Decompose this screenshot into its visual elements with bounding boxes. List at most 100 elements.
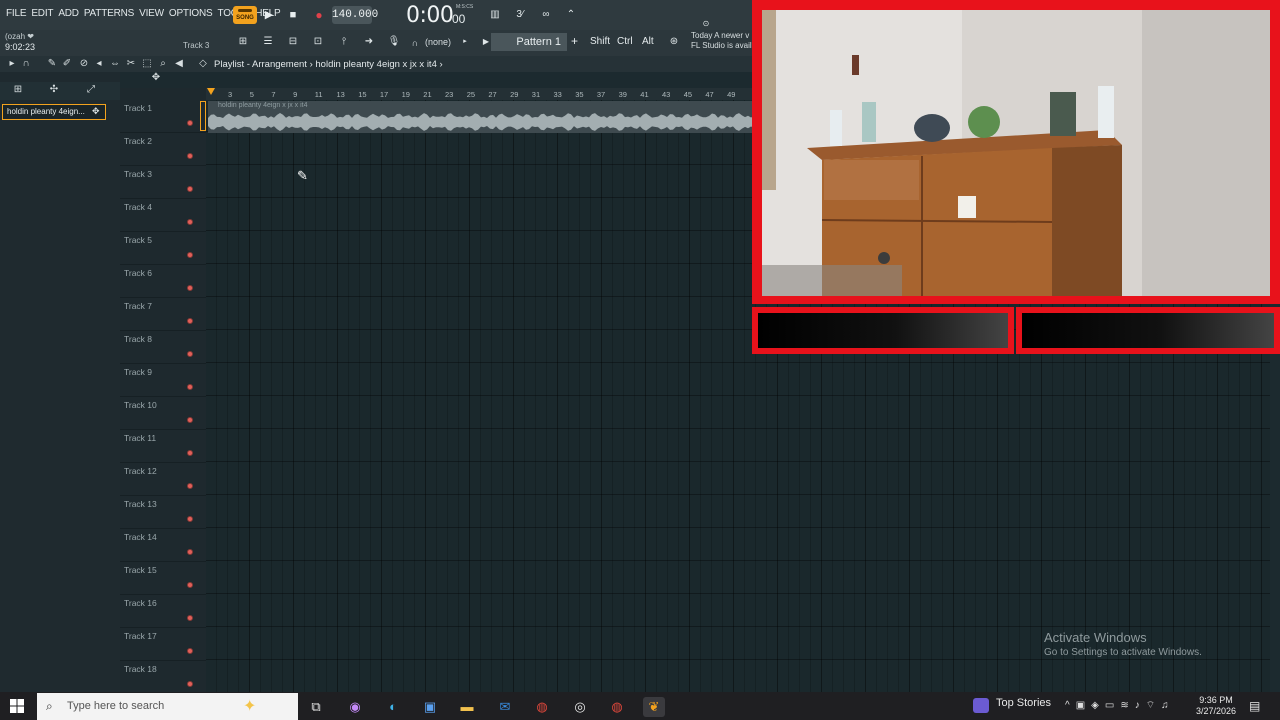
tray-display-icon[interactable]: ▭ — [1105, 700, 1120, 711]
track-header[interactable]: Track 8 — [120, 331, 206, 364]
menu-edit[interactable]: EDIT — [31, 8, 53, 19]
track-mute-dot-icon[interactable] — [187, 417, 193, 423]
copilot-icon[interactable]: ◉ — [344, 697, 366, 717]
browser-link-icon[interactable]: ⤢ — [85, 84, 97, 96]
mute-tool-icon[interactable]: ◂ — [93, 58, 105, 70]
system-tray[interactable]: ^▣◈▭≋♪⌔♫ — [1065, 699, 1175, 712]
plugin-picker-icon[interactable]: ⫯ — [334, 34, 354, 50]
playback-tool-icon[interactable]: ◀ — [173, 58, 185, 70]
tray-wifi-icon[interactable]: ⌔ — [1146, 700, 1161, 711]
zoom-tool-icon[interactable]: ⌕ — [157, 58, 169, 70]
track-header[interactable]: Track 7 — [120, 298, 206, 331]
track-mute-dot-icon[interactable] — [187, 219, 193, 225]
track-mute-dot-icon[interactable] — [187, 351, 193, 357]
move-arrows-icon[interactable]: ✥ — [150, 72, 162, 84]
menu-file[interactable]: FILE — [6, 8, 27, 19]
typing-keyboard-icon[interactable]: ▥ — [485, 7, 505, 23]
track-mute-dot-icon[interactable] — [187, 384, 193, 390]
mixer-icon[interactable]: ⊡ — [308, 34, 328, 50]
tempo-display[interactable]: 140.000 — [332, 6, 378, 24]
menu-view[interactable]: VIEW — [139, 8, 164, 19]
add-pattern-icon[interactable]: + — [571, 34, 578, 48]
track-header[interactable]: Track 15 — [120, 562, 206, 595]
draw-tool-icon[interactable]: ✎ — [46, 58, 58, 70]
track-header[interactable]: Track 9 — [120, 364, 206, 397]
slice-tool-icon[interactable]: ✂ — [125, 58, 137, 70]
edge-browser-icon[interactable]: ◐ — [382, 697, 404, 717]
track-header[interactable]: Track 5 — [120, 232, 206, 265]
track-header[interactable]: Track 6 — [120, 265, 206, 298]
track-mute-dot-icon[interactable] — [187, 153, 193, 159]
track-mute-dot-icon[interactable] — [187, 648, 193, 654]
playlist-options-arrow-icon[interactable]: ▸ — [6, 58, 18, 70]
track-mute-dot-icon[interactable] — [187, 582, 193, 588]
track-header[interactable]: Track 13 — [120, 496, 206, 529]
tray-overflow-icon[interactable]: ^ — [1065, 700, 1076, 711]
audio-clip[interactable]: holdin pleanty 4eign x jx x it4 — [208, 101, 758, 133]
windows-start-icon[interactable] — [10, 699, 24, 713]
track-mute-dot-icon[interactable] — [187, 549, 193, 555]
shift-key-button[interactable]: Shift — [590, 36, 610, 47]
tray-mic-icon[interactable]: ♪ — [1135, 700, 1146, 711]
step-edit-icon[interactable]: 3⁄ — [510, 7, 530, 23]
chevron-right-icon[interactable]: ▸ — [455, 34, 475, 50]
track-header[interactable]: Track 17 — [120, 628, 206, 661]
track-header[interactable]: Track 3 — [120, 166, 206, 199]
browser-grid-icon[interactable]: ⊞ — [12, 84, 24, 96]
track-mute-dot-icon[interactable] — [187, 186, 193, 192]
track-header[interactable]: Track 16 — [120, 595, 206, 628]
loop-record-icon[interactable]: ∞ — [536, 7, 556, 23]
news-widget[interactable]: Top Stories — [996, 697, 1051, 709]
menu-options[interactable]: OPTIONS — [169, 8, 213, 19]
notification-icon[interactable]: ▤ — [1249, 699, 1260, 713]
track-mute-dot-icon[interactable] — [187, 252, 193, 258]
select-tool-icon[interactable]: ⬚ — [141, 58, 153, 70]
news-panel[interactable]: Today A newer v FL Studio is avail — [691, 31, 755, 51]
track-mute-dot-icon[interactable] — [187, 483, 193, 489]
arrangement-arrows-icon[interactable]: ◇ — [197, 58, 209, 70]
track-header[interactable]: Track 14 — [120, 529, 206, 562]
outlook-icon[interactable]: ✉ — [494, 697, 516, 717]
pattern-move-icon[interactable]: ✥ — [92, 106, 100, 117]
track-header[interactable]: Track 11 — [120, 430, 206, 463]
news-icon[interactable]: ⊛ — [664, 34, 684, 50]
playlist-view-icon[interactable]: ⊞ — [233, 34, 253, 50]
track-mute-dot-icon[interactable] — [187, 681, 193, 687]
song-mode-toggle[interactable]: SONG — [233, 6, 257, 24]
track-header[interactable]: Track 1 — [120, 100, 206, 133]
tray-network-icon[interactable]: ≋ — [1120, 700, 1134, 711]
arrow-icon[interactable]: ➜ — [359, 34, 379, 50]
track-mute-dot-icon[interactable] — [187, 318, 193, 324]
tray-volume-icon[interactable]: ♫ — [1161, 700, 1175, 711]
stop-button[interactable]: ■ — [284, 6, 302, 24]
ctrl-key-button[interactable]: Ctrl — [617, 36, 633, 47]
paint-tool-icon[interactable]: ✐ — [61, 58, 73, 70]
microphone-icon[interactable]: 🎙 — [384, 34, 404, 50]
alt-key-button[interactable]: Alt — [642, 36, 654, 47]
pattern-list-item[interactable]: holdin pleanty 4eign... — [2, 104, 106, 120]
menu-add[interactable]: ADD — [58, 8, 79, 19]
metronome-icon[interactable]: ⌃ — [561, 7, 581, 23]
playhead-marker[interactable] — [207, 88, 215, 95]
track-header[interactable]: Track 2 — [120, 133, 206, 166]
search-input[interactable]: Type here to search — [67, 700, 164, 712]
chrome-profile-icon[interactable]: ◍ — [606, 697, 628, 717]
task-view-icon[interactable]: ⧉ — [305, 697, 327, 717]
track-header[interactable]: Track 4 — [120, 199, 206, 232]
file-explorer-icon[interactable]: ▬ — [456, 697, 478, 717]
tray-recorder-icon[interactable]: ◈ — [1091, 700, 1105, 711]
recorder-icon[interactable]: ◎ — [569, 697, 591, 717]
track-mute-dot-icon[interactable] — [187, 285, 193, 291]
store-icon[interactable]: ▣ — [419, 697, 441, 717]
timeline-ruler[interactable]: 3 5 7 9 11 13 15 17 19 21 23 25 27 29 31 33 35 37 39 41 43 45… — [206, 88, 758, 100]
menu-patterns[interactable]: PATTERNS — [84, 8, 134, 19]
channel-rack-icon[interactable]: ⊟ — [283, 34, 303, 50]
track-mute-dot-icon[interactable] — [187, 516, 193, 522]
track-mute-dot-icon[interactable] — [187, 120, 193, 126]
track-mute-dot-icon[interactable] — [187, 450, 193, 456]
taskbar-clock[interactable]: 9:36 PM 3/27/2026 — [1196, 695, 1236, 717]
tray-app-icon[interactable]: ▣ — [1076, 700, 1091, 711]
fl-studio-icon[interactable]: ❦ — [643, 697, 665, 717]
chrome-icon[interactable]: ◍ — [531, 697, 553, 717]
track-header[interactable]: Track 12 — [120, 463, 206, 496]
